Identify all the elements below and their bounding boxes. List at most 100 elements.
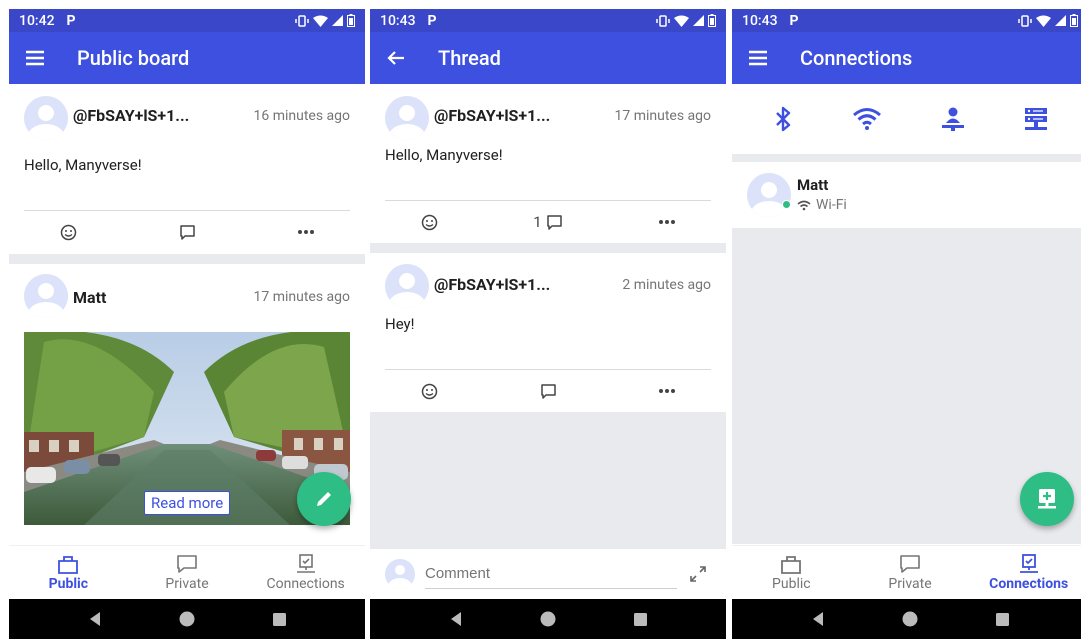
page-title: Thread [438,46,501,70]
tab-connections[interactable]: Connections [246,546,365,599]
chat-icon [900,554,920,573]
recents-nav-icon[interactable] [272,612,287,627]
tab-label: Private [888,575,932,592]
battery-icon [1070,14,1078,27]
comment-composer [370,549,726,599]
home-nav-icon[interactable] [901,610,919,628]
post-card[interactable]: @FbSAY+lS+1... 16 minutes ago Hello, Man… [9,84,365,254]
tab-label: Connections [989,575,1069,592]
reply-button[interactable]: 1 [489,213,608,231]
connections-icon [296,553,315,573]
emoji-icon [421,214,438,230]
peer-name: Matt [797,176,829,194]
system-nav-bar [370,599,726,639]
recents-nav-icon[interactable] [995,612,1010,627]
app-bar: Thread [370,32,726,84]
like-button[interactable] [370,383,489,400]
post-text: Hello, Manyverse! [24,156,142,174]
home-nav-icon[interactable] [178,610,196,628]
bottom-tabs: Public Private Connections [732,545,1081,599]
vibrate-icon [1018,14,1032,27]
notification-app-icon: P [427,12,437,29]
peer-list-item[interactable]: Matt Wi-Fi [732,162,1081,228]
post-card[interactable]: @FbSAY+lS+1... 17 minutes ago Hello, Man… [370,84,726,243]
avatar[interactable] [385,264,429,308]
back-nav-icon[interactable] [810,611,826,627]
post-author[interactable]: @FbSAY+lS+1... [434,106,550,125]
post-author[interactable]: @FbSAY+lS+1... [434,275,550,294]
connections-screen: 10:43 P Connections Matt Wi-Fi Public Pr… [732,9,1081,639]
page-title: Connections [800,46,913,70]
inbox-icon [58,555,79,574]
dht-icon[interactable] [940,106,966,132]
system-nav-bar [732,599,1081,639]
tab-label: Private [165,575,209,592]
avatar[interactable] [385,96,429,140]
home-nav-icon[interactable] [539,610,557,628]
tab-private[interactable]: Private [128,546,247,599]
avatar[interactable] [24,274,68,318]
cell-signal-icon [332,15,343,26]
tab-connections[interactable]: Connections [969,546,1081,599]
battery-icon [708,14,716,27]
online-indicator [782,200,791,209]
back-button[interactable] [370,32,422,84]
post-author[interactable]: @FbSAY+lS+1... [73,106,189,125]
status-time: 10:43 [742,12,778,29]
comment-icon [179,224,195,240]
thread-screen: 10:43 P Thread @FbSAY+lS+1... 17 minutes… [370,9,726,639]
avatar[interactable] [24,96,68,140]
tab-private[interactable]: Private [851,546,970,599]
reply-button[interactable] [128,224,247,241]
pencil-icon [317,492,331,506]
battery-icon [347,14,355,27]
more-icon [297,230,314,234]
page-title: Public board [77,46,190,70]
inbox-icon [781,555,802,574]
read-more-button[interactable]: Read more [144,491,231,515]
more-button[interactable] [607,219,726,225]
notification-app-icon: P [789,12,799,29]
recents-nav-icon[interactable] [633,612,648,627]
menu-button[interactable] [9,32,61,84]
more-button[interactable] [607,388,726,394]
like-button[interactable] [370,214,489,231]
like-button[interactable] [9,224,128,241]
thread-messages[interactable]: @FbSAY+lS+1... 17 minutes ago Hello, Man… [370,84,726,549]
app-bar: Public board [9,32,365,84]
tab-public[interactable]: Public [732,546,851,599]
add-connection-button[interactable] [1020,472,1074,526]
chat-icon [177,554,197,573]
more-button[interactable] [246,229,365,235]
post-author[interactable]: Matt [73,288,106,307]
peer-network-label: Wi-Fi [816,197,847,213]
expand-icon[interactable] [689,565,707,583]
emoji-icon [421,383,438,399]
status-time: 10:43 [380,12,416,29]
hamburger-icon [26,50,44,66]
connections-icon [1019,553,1038,573]
vibrate-icon [295,14,309,27]
menu-button[interactable] [732,32,784,84]
server-icon[interactable] [1023,106,1049,132]
bottom-tabs: Public Private Connections [9,545,365,599]
post-timestamp: 17 minutes ago [253,289,350,305]
bluetooth-icon[interactable] [771,106,795,132]
tab-public[interactable]: Public [9,546,128,599]
comment-input[interactable] [425,559,677,589]
post-card[interactable]: @FbSAY+lS+1... 2 minutes ago Hey! [370,253,726,412]
reply-button[interactable] [489,383,608,400]
back-nav-icon[interactable] [87,611,103,627]
post-actions: 1 [370,201,726,243]
system-icons [1018,14,1078,27]
system-icons [656,14,716,27]
vibrate-icon [656,14,670,27]
back-nav-icon[interactable] [448,611,464,627]
arrow-back-icon [387,51,404,65]
compose-button[interactable] [297,472,351,526]
app-bar: Connections [732,32,1081,84]
more-icon [658,389,675,393]
avatar [747,173,791,217]
wifi-icon[interactable] [852,107,882,131]
wifi-signal-icon [674,15,689,27]
